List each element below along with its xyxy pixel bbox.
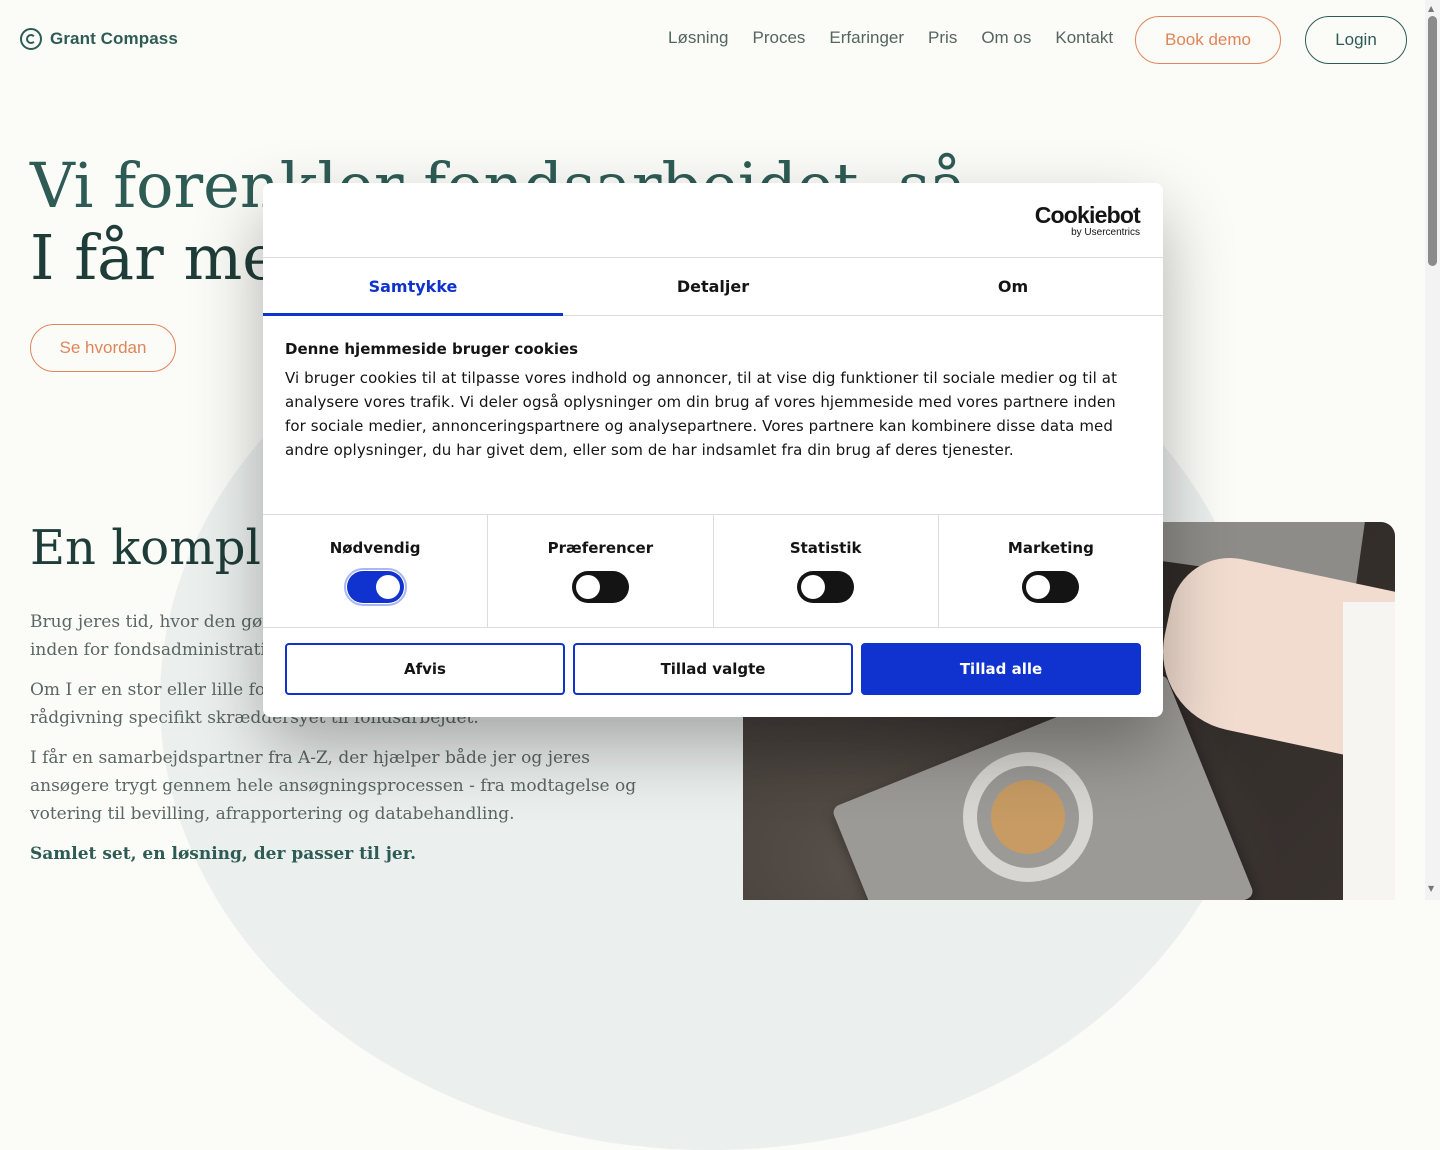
site-logo[interactable]: Grant Compass xyxy=(20,28,178,50)
category-label: Præferencer xyxy=(547,539,654,557)
photo-diagram-core xyxy=(991,780,1065,854)
dialog-header: Cookiebot by Usercentrics xyxy=(263,183,1163,258)
category-marketing: Marketing xyxy=(939,515,1163,627)
scrollbar-thumb[interactable] xyxy=(1428,16,1437,266)
nav-item-erfaringer[interactable]: Erfaringer xyxy=(829,28,904,48)
preferences-toggle[interactable] xyxy=(571,571,629,603)
dialog-title: Denne hjemmeside bruger cookies xyxy=(285,340,579,358)
reject-button[interactable]: Afvis xyxy=(285,643,565,695)
scroll-down-arrow-icon[interactable]: ▼ xyxy=(1428,884,1434,893)
tab-samtykke[interactable]: Samtykke xyxy=(263,258,563,316)
main-nav: Løsning Proces Erfaringer Pris Om os Kon… xyxy=(668,28,1113,48)
logo-text: Grant Compass xyxy=(50,29,178,48)
login-button[interactable]: Login xyxy=(1305,16,1407,64)
dialog-tabs: Samtykke Detaljer Om xyxy=(263,258,1163,316)
photo-sleeve xyxy=(1343,602,1395,900)
necessary-toggle[interactable] xyxy=(343,568,407,606)
page-scrollbar[interactable]: ▲ ▼ xyxy=(1425,0,1440,900)
cookiebot-brand: Cookiebot xyxy=(1034,202,1141,228)
compass-logo-icon xyxy=(20,28,42,50)
category-label: Nødvendig xyxy=(329,539,421,557)
nav-item-losning[interactable]: Løsning xyxy=(668,28,728,48)
toggle-knob xyxy=(1026,575,1051,599)
dialog-actions: Afvis Tillad valgte Tillad alle xyxy=(263,628,1163,695)
cookiebot-logo: Cookiebot by Usercentrics xyxy=(1034,202,1141,238)
nav-item-proces[interactable]: Proces xyxy=(752,28,805,48)
scroll-up-arrow-icon[interactable]: ▲ xyxy=(1428,4,1434,13)
cookiebot-brand-sub: by Usercentrics xyxy=(1071,227,1140,238)
see-how-button[interactable]: Se hvordan xyxy=(30,324,176,372)
toggle-knob xyxy=(801,575,826,599)
nav-item-kontakt[interactable]: Kontakt xyxy=(1055,28,1113,48)
allow-all-button[interactable]: Tillad alle xyxy=(861,643,1141,695)
category-preferences: Præferencer xyxy=(488,515,714,627)
dialog-text: Vi bruger cookies til at tilpasse vores … xyxy=(285,369,1118,459)
category-label: Statistik xyxy=(789,539,862,557)
tab-om[interactable]: Om xyxy=(863,258,1163,315)
allow-selected-button[interactable]: Tillad valgte xyxy=(573,643,853,695)
book-demo-button[interactable]: Book demo xyxy=(1135,16,1281,64)
cookie-consent-dialog: Cookiebot by Usercentrics Samtykke Detal… xyxy=(263,183,1163,717)
tab-detaljer[interactable]: Detaljer xyxy=(563,258,863,315)
toggle-knob xyxy=(375,575,400,599)
nav-item-om-os[interactable]: Om os xyxy=(981,28,1031,48)
marketing-toggle[interactable] xyxy=(1022,571,1080,603)
toggle-knob xyxy=(575,575,600,599)
section-paragraph: I får en samarbejdspartner fra A-Z, der … xyxy=(30,748,637,824)
dialog-body: Denne hjemmeside bruger cookies Vi bruge… xyxy=(263,316,1163,514)
category-label: Marketing xyxy=(1007,539,1094,557)
nav-item-pris[interactable]: Pris xyxy=(928,28,957,48)
consent-categories: Nødvendig Præferencer Statistik Marketin… xyxy=(263,514,1163,628)
section-closing: Samlet set, en løsning, der passer til j… xyxy=(30,844,417,864)
site-header: Grant Compass Løsning Proces Erfaringer … xyxy=(0,0,1425,80)
category-statistics: Statistik xyxy=(714,515,939,627)
statistics-toggle[interactable] xyxy=(797,571,855,603)
category-necessary: Nødvendig xyxy=(263,515,489,627)
